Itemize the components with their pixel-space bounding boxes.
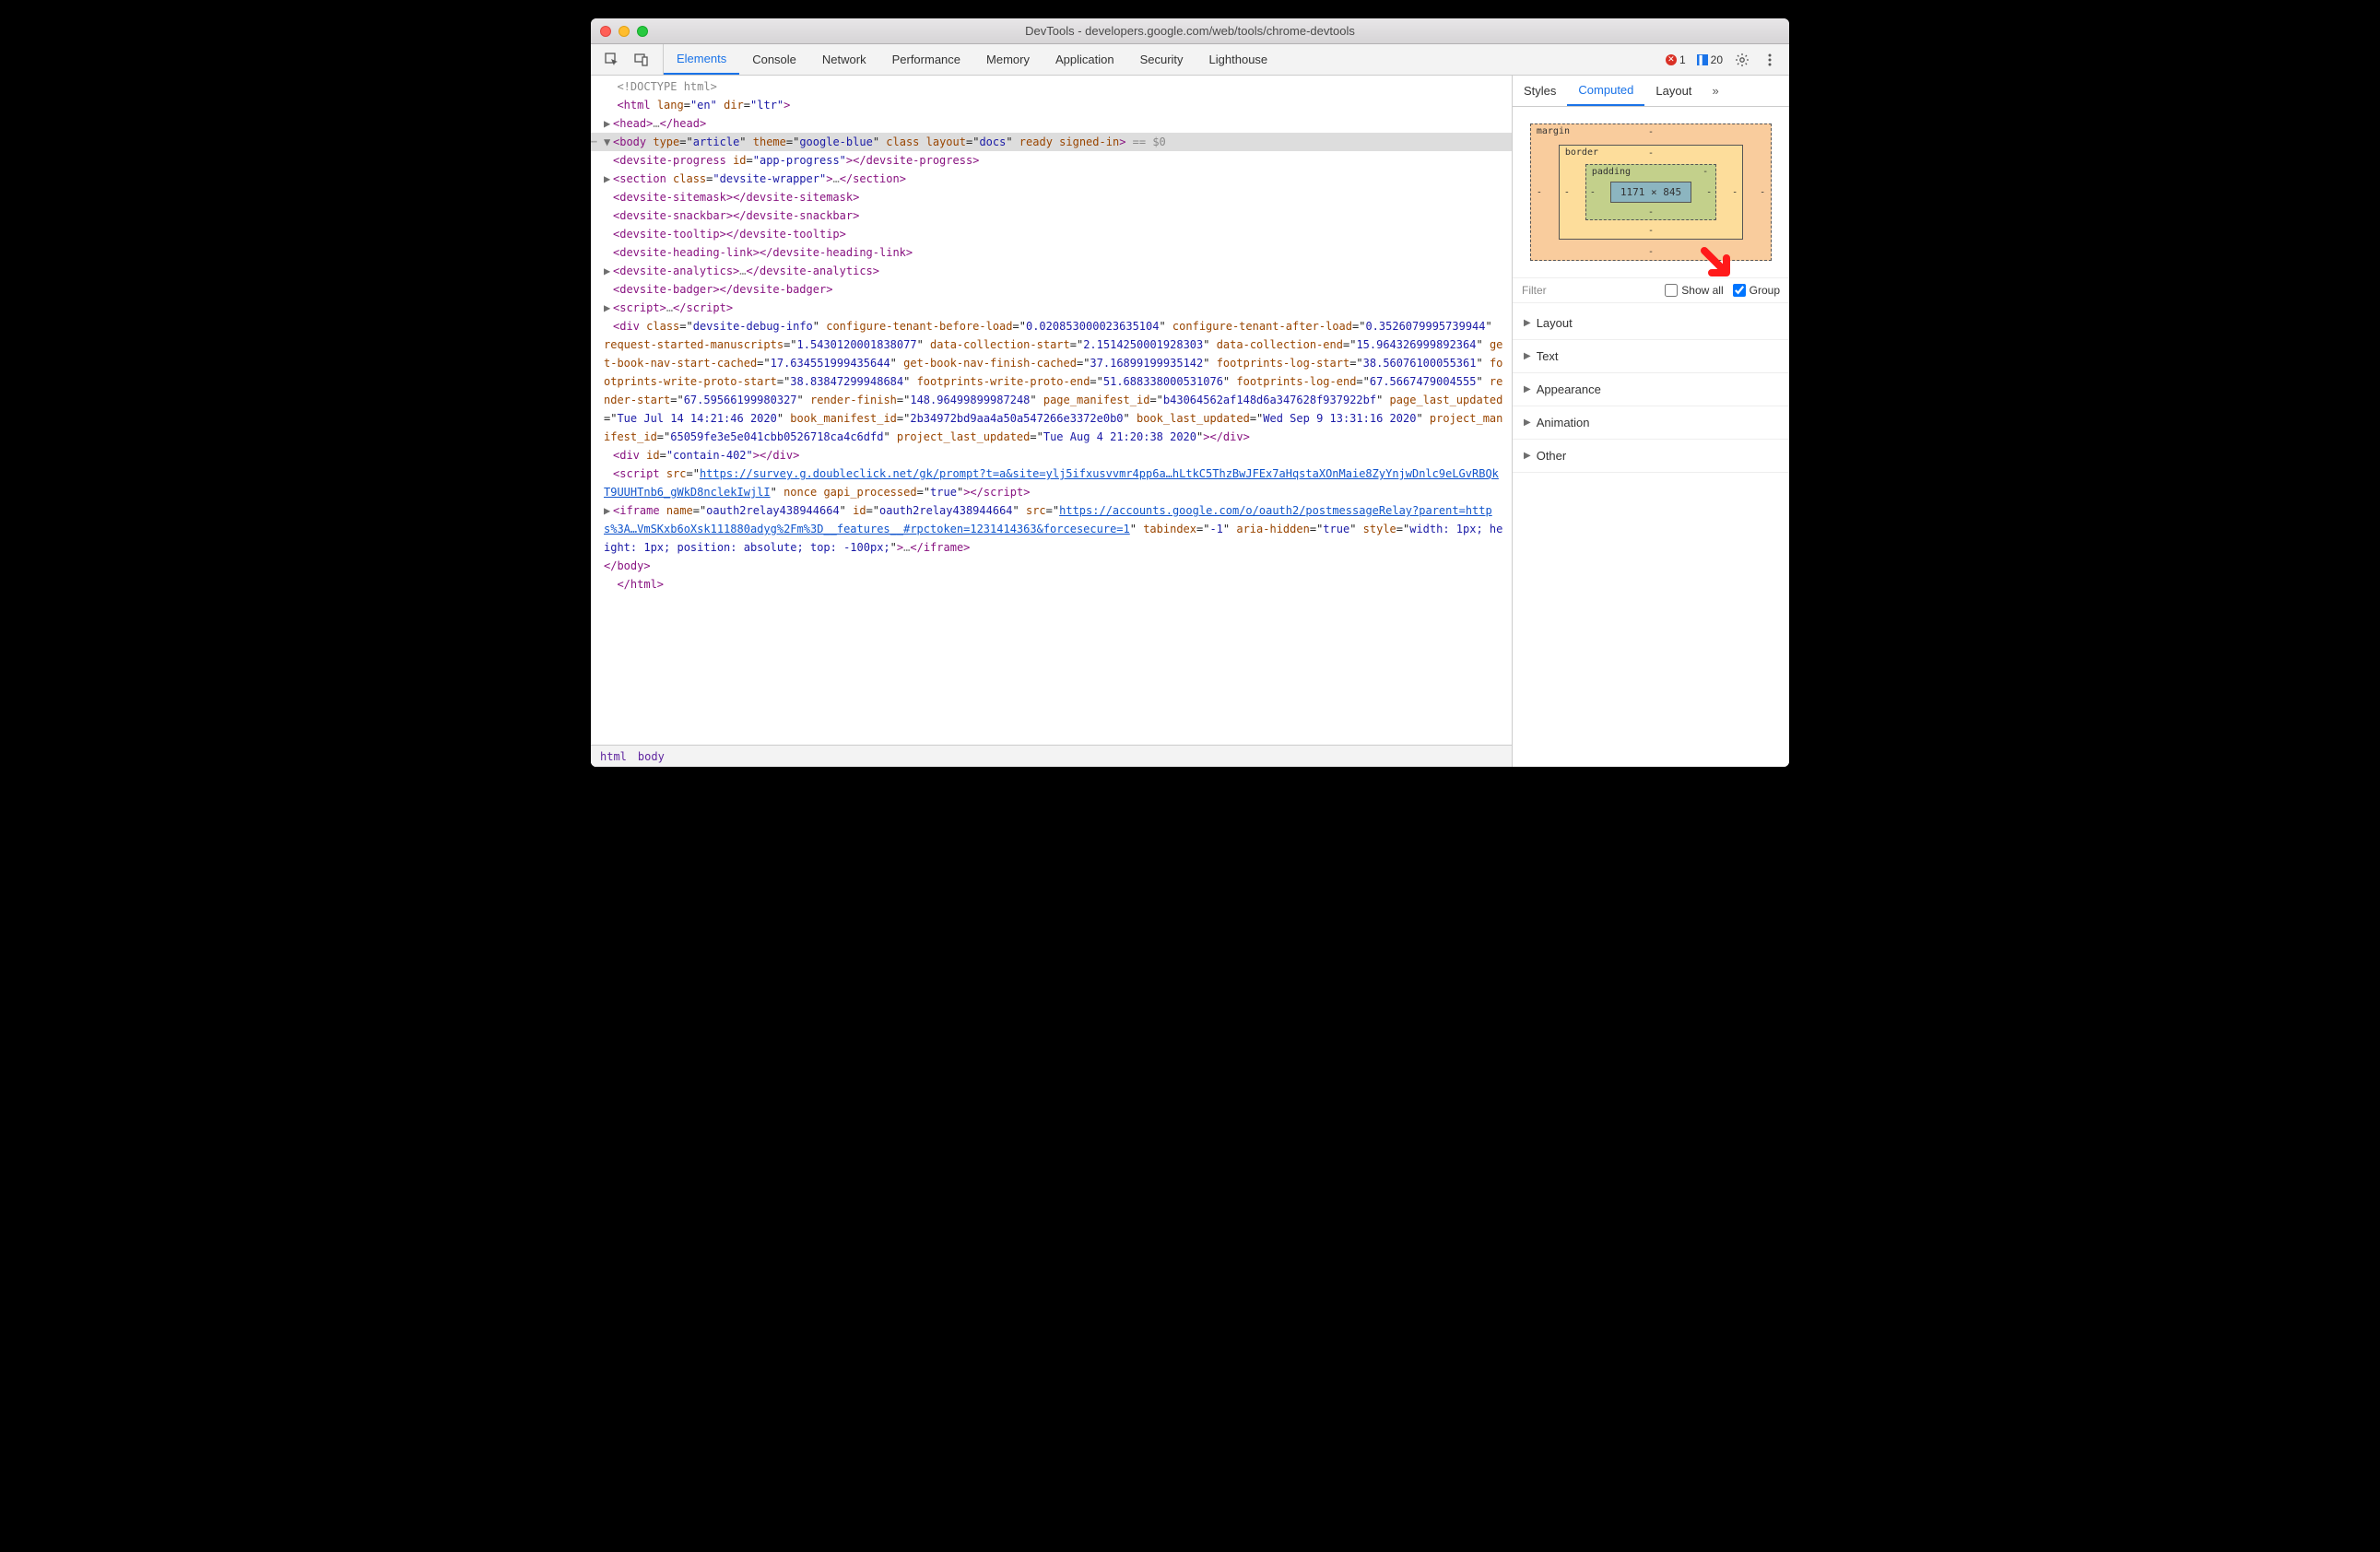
computed-group-appearance[interactable]: ▶Appearance bbox=[1513, 373, 1789, 406]
window-title: DevTools - developers.google.com/web/too… bbox=[591, 24, 1789, 38]
content-area: <!DOCTYPE html> <html lang="en" dir="ltr… bbox=[591, 76, 1789, 767]
error-count-badge[interactable]: ✕ 1 bbox=[1666, 53, 1686, 66]
elements-panel: <!DOCTYPE html> <html lang="en" dir="ltr… bbox=[591, 76, 1513, 767]
computed-group-layout[interactable]: ▶Layout bbox=[1513, 307, 1789, 340]
side-panel: StylesComputedLayout» margin - - - - bor… bbox=[1513, 76, 1789, 767]
zoom-icon[interactable] bbox=[637, 26, 648, 37]
tab-network[interactable]: Network bbox=[809, 44, 879, 75]
minimize-icon[interactable] bbox=[619, 26, 630, 37]
close-icon[interactable] bbox=[600, 26, 611, 37]
main-tabs: ElementsConsoleNetworkPerformanceMemoryA… bbox=[664, 44, 1280, 75]
annotation-arrow-icon bbox=[1699, 245, 1736, 285]
dom-node[interactable]: ▶<iframe name="oauth2relay438944664" id=… bbox=[591, 501, 1512, 557]
dom-node[interactable]: <devsite-heading-link></devsite-heading-… bbox=[591, 243, 1512, 262]
tab-console[interactable]: Console bbox=[739, 44, 809, 75]
dom-node[interactable]: <devsite-badger></devsite-badger> bbox=[591, 280, 1512, 299]
dom-node[interactable]: <devsite-tooltip></devsite-tooltip> bbox=[591, 225, 1512, 243]
side-tab-styles[interactable]: Styles bbox=[1513, 76, 1567, 106]
dom-node[interactable]: ▶<section class="devsite-wrapper">…</sec… bbox=[591, 170, 1512, 188]
dom-node[interactable]: ▶<devsite-analytics>…</devsite-analytics… bbox=[591, 262, 1512, 280]
dom-node[interactable]: <!DOCTYPE html> bbox=[591, 77, 1512, 96]
filter-row: Filter Show all Group bbox=[1513, 277, 1789, 303]
dom-tree[interactable]: <!DOCTYPE html> <html lang="en" dir="ltr… bbox=[591, 76, 1512, 745]
dom-node[interactable]: <html lang="en" dir="ltr"> bbox=[591, 96, 1512, 114]
dom-node[interactable]: </html> bbox=[591, 575, 1512, 594]
dom-node[interactable]: ▶<script>…</script> bbox=[591, 299, 1512, 317]
tab-application[interactable]: Application bbox=[1043, 44, 1127, 75]
titlebar: DevTools - developers.google.com/web/too… bbox=[591, 18, 1789, 44]
dom-node[interactable]: <div class="devsite-debug-info" configur… bbox=[591, 317, 1512, 446]
computed-group-animation[interactable]: ▶Animation bbox=[1513, 406, 1789, 440]
filter-input[interactable]: Filter bbox=[1522, 284, 1655, 297]
tab-security[interactable]: Security bbox=[1127, 44, 1196, 75]
dom-node[interactable]: ▼<body type="article" theme="google-blue… bbox=[591, 133, 1512, 151]
more-tabs-icon[interactable]: » bbox=[1703, 76, 1727, 106]
devtools-window: DevTools - developers.google.com/web/too… bbox=[591, 18, 1789, 767]
side-tab-computed[interactable]: Computed bbox=[1567, 76, 1644, 106]
dom-node[interactable]: ▶<head>…</head> bbox=[591, 114, 1512, 133]
inspect-icon[interactable] bbox=[604, 52, 620, 68]
dom-node[interactable]: <devsite-progress id="app-progress"></de… bbox=[591, 151, 1512, 170]
computed-group-text[interactable]: ▶Text bbox=[1513, 340, 1789, 373]
computed-group-other[interactable]: ▶Other bbox=[1513, 440, 1789, 473]
border-label: border bbox=[1565, 147, 1598, 158]
tab-lighthouse[interactable]: Lighthouse bbox=[1196, 44, 1281, 75]
show-all-checkbox[interactable]: Show all bbox=[1665, 284, 1723, 297]
side-tab-layout[interactable]: Layout bbox=[1644, 76, 1703, 106]
kebab-menu-icon[interactable] bbox=[1761, 52, 1778, 68]
message-count-badge[interactable]: ▌ 20 bbox=[1697, 53, 1723, 66]
breadcrumb-item[interactable]: body bbox=[638, 750, 665, 763]
message-icon: ▌ bbox=[1697, 54, 1708, 65]
breadcrumb-item[interactable]: html bbox=[600, 750, 627, 763]
dom-node[interactable]: </body> bbox=[591, 557, 1512, 575]
margin-label: margin bbox=[1537, 126, 1570, 136]
dom-node[interactable]: <devsite-snackbar></devsite-snackbar> bbox=[591, 206, 1512, 225]
group-checkbox[interactable]: Group bbox=[1733, 284, 1780, 297]
tab-elements[interactable]: Elements bbox=[664, 44, 739, 75]
tab-performance[interactable]: Performance bbox=[879, 44, 973, 75]
box-model: margin - - - - border - - - - padding bbox=[1513, 107, 1789, 277]
dom-node[interactable]: <script src="https://survey.g.doubleclic… bbox=[591, 464, 1512, 501]
side-tabs: StylesComputedLayout» bbox=[1513, 76, 1789, 107]
error-icon: ✕ bbox=[1666, 54, 1677, 65]
traffic-lights bbox=[600, 26, 648, 37]
computed-groups: ▶Layout▶Text▶Appearance▶Animation▶Other bbox=[1513, 303, 1789, 476]
device-toggle-icon[interactable] bbox=[633, 52, 650, 68]
breadcrumb: html body bbox=[591, 745, 1512, 767]
main-toolbar: ElementsConsoleNetworkPerformanceMemoryA… bbox=[591, 44, 1789, 76]
settings-icon[interactable] bbox=[1734, 52, 1750, 68]
content-size: 1171 × 845 bbox=[1610, 182, 1691, 203]
tab-memory[interactable]: Memory bbox=[973, 44, 1043, 75]
dom-node[interactable]: <devsite-sitemask></devsite-sitemask> bbox=[591, 188, 1512, 206]
padding-label: padding bbox=[1592, 167, 1631, 177]
dom-node[interactable]: <div id="contain-402"></div> bbox=[591, 446, 1512, 464]
